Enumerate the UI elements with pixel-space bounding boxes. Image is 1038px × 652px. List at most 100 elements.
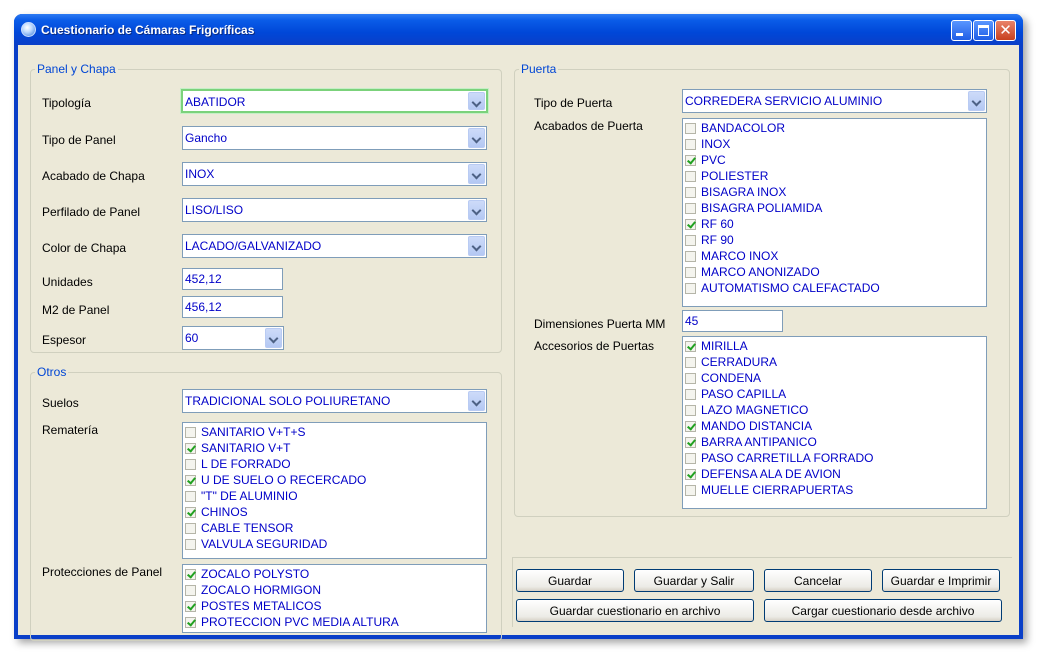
checkbox-checked[interactable] — [685, 469, 696, 480]
checkbox[interactable] — [685, 123, 696, 134]
checkbox-checked[interactable] — [685, 437, 696, 448]
checkbox-checked[interactable] — [185, 617, 196, 628]
minimize-button[interactable] — [951, 20, 972, 41]
checkbox[interactable] — [685, 453, 696, 464]
color-chapa-label: Color de Chapa — [42, 241, 127, 255]
checkbox[interactable] — [685, 283, 696, 294]
tipo-panel-value: Gancho — [185, 131, 228, 145]
checkbox-checked[interactable] — [185, 601, 196, 612]
window-title: Cuestionario de Cámaras Frigoríficas — [41, 23, 255, 37]
guardar-button[interactable]: Guardar — [516, 569, 624, 592]
suelos-value: TRADICIONAL SOLO POLIURETANO — [185, 394, 391, 408]
acabados-puerta-label: Acabados de Puerta — [534, 119, 643, 133]
dimensiones-value: 45 — [685, 314, 699, 328]
checkbox[interactable] — [685, 405, 696, 416]
m2-panel-value: 456,12 — [185, 300, 222, 314]
unidades-field[interactable]: 452,12 — [182, 268, 283, 290]
cargar-archivo-button[interactable]: Cargar cuestionario desde archivo — [764, 599, 1002, 622]
puerta-legend: Puerta — [521, 62, 557, 76]
checkbox[interactable] — [185, 585, 196, 596]
checkbox-checked[interactable] — [185, 507, 196, 518]
app-window: Cuestionario de Cámaras Frigoríficas ✕ P… — [14, 14, 1023, 641]
chevron-down-icon[interactable] — [468, 128, 485, 148]
perfilado-value: LISO/LISO — [185, 203, 244, 217]
checkbox-checked[interactable] — [185, 443, 196, 454]
espesor-select[interactable]: 60 — [182, 326, 284, 350]
guardar-salir-button[interactable]: Guardar y Salir — [634, 569, 754, 592]
tipologia-select[interactable]: ABATIDOR — [181, 89, 488, 113]
acabado-chapa-label: Acabado de Chapa — [42, 169, 145, 183]
acabado-chapa-select[interactable]: INOX — [182, 162, 487, 186]
checkbox[interactable] — [685, 187, 696, 198]
chevron-down-icon[interactable] — [468, 236, 485, 256]
color-chapa-select[interactable]: LACADO/GALVANIZADO — [182, 234, 487, 258]
checkbox[interactable] — [185, 539, 196, 550]
maximize-button[interactable] — [973, 20, 994, 41]
perfilado-label: Perfilado de Panel — [42, 205, 141, 219]
otros-legend: Otros — [37, 365, 67, 379]
checkbox[interactable] — [185, 491, 196, 502]
checkbox-checked[interactable] — [185, 569, 196, 580]
m2-panel-label: M2 de Panel — [42, 303, 110, 317]
checkbox[interactable] — [185, 523, 196, 534]
chevron-down-icon[interactable] — [468, 92, 485, 110]
client-area: Panel y Chapa Tipología ABATIDOR Tipo de… — [18, 45, 1019, 641]
checkbox-checked[interactable] — [685, 341, 696, 352]
checkbox[interactable] — [685, 251, 696, 262]
checkbox[interactable] — [685, 357, 696, 368]
minimize-icon — [956, 33, 963, 36]
tipo-panel-label: Tipo de Panel — [42, 133, 116, 147]
remateria-label: Rematería — [42, 423, 99, 437]
tipo-puerta-label: Tipo de Puerta — [534, 96, 613, 110]
perfilado-select[interactable]: LISO/LISO — [182, 198, 487, 222]
maximize-icon — [978, 25, 989, 36]
tipo-panel-select[interactable]: Gancho — [182, 126, 487, 150]
chevron-down-icon[interactable] — [468, 200, 485, 220]
dimensiones-field[interactable]: 45 — [682, 310, 783, 332]
chevron-down-icon[interactable] — [968, 91, 985, 111]
guardar-imprimir-button[interactable]: Guardar e Imprimir — [882, 569, 1000, 592]
protecciones-list[interactable]: ZOCALO POLYSTO ZOCALO HORMIGON POSTES ME… — [182, 564, 487, 633]
chevron-down-icon[interactable] — [265, 328, 282, 348]
espesor-label: Espesor — [42, 333, 87, 347]
chevron-down-icon[interactable] — [468, 391, 485, 411]
close-icon: ✕ — [999, 22, 1012, 39]
checkbox[interactable] — [185, 459, 196, 470]
checkbox-checked[interactable] — [685, 421, 696, 432]
app-globe-icon — [21, 22, 36, 37]
close-button[interactable]: ✕ — [995, 20, 1016, 41]
checkbox[interactable] — [185, 427, 196, 438]
suelos-select[interactable]: TRADICIONAL SOLO POLIURETANO — [182, 389, 487, 413]
checkbox[interactable] — [685, 139, 696, 150]
dimensiones-label: Dimensiones Puerta MM — [534, 317, 666, 331]
checkbox[interactable] — [685, 235, 696, 246]
title-bar[interactable]: Cuestionario de Cámaras Frigoríficas ✕ — [14, 14, 1023, 45]
tipo-puerta-value: CORREDERA SERVICIO ALUMINIO — [685, 94, 883, 108]
panel-chapa-legend: Panel y Chapa — [37, 62, 116, 76]
checkbox[interactable] — [685, 485, 696, 496]
accesorios-list[interactable]: MIRILLA CERRADURA CONDENA PASO CAPILLA L… — [682, 336, 987, 509]
unidades-label: Unidades — [42, 275, 93, 289]
color-chapa-value: LACADO/GALVANIZADO — [185, 239, 322, 253]
checkbox[interactable] — [685, 203, 696, 214]
guardar-archivo-button[interactable]: Guardar cuestionario en archivo — [516, 599, 754, 622]
cancelar-button[interactable]: Cancelar — [764, 569, 872, 592]
accesorios-label: Accesorios de Puertas — [534, 339, 655, 353]
checkbox-checked[interactable] — [685, 219, 696, 230]
m2-panel-field[interactable]: 456,12 — [182, 296, 283, 318]
checkbox[interactable] — [685, 373, 696, 384]
remateria-list[interactable]: SANITARIO V+T+S SANITARIO V+T L DE FORRA… — [182, 422, 487, 559]
tipo-puerta-select[interactable]: CORREDERA SERVICIO ALUMINIO — [682, 89, 987, 113]
unidades-value: 452,12 — [185, 272, 222, 286]
chevron-down-icon[interactable] — [468, 164, 485, 184]
tipologia-label: Tipología — [42, 96, 91, 110]
suelos-label: Suelos — [42, 396, 79, 410]
checkbox-checked[interactable] — [185, 475, 196, 486]
tipologia-value: ABATIDOR — [185, 95, 246, 109]
checkbox[interactable] — [685, 171, 696, 182]
checkbox[interactable] — [685, 267, 696, 278]
checkbox-checked[interactable] — [685, 155, 696, 166]
checkbox[interactable] — [685, 389, 696, 400]
acabados-puerta-list[interactable]: BANDACOLOR INOX PVC POLIESTER BISAGRA IN… — [682, 118, 987, 307]
protecciones-label: Protecciones de Panel — [42, 565, 163, 579]
